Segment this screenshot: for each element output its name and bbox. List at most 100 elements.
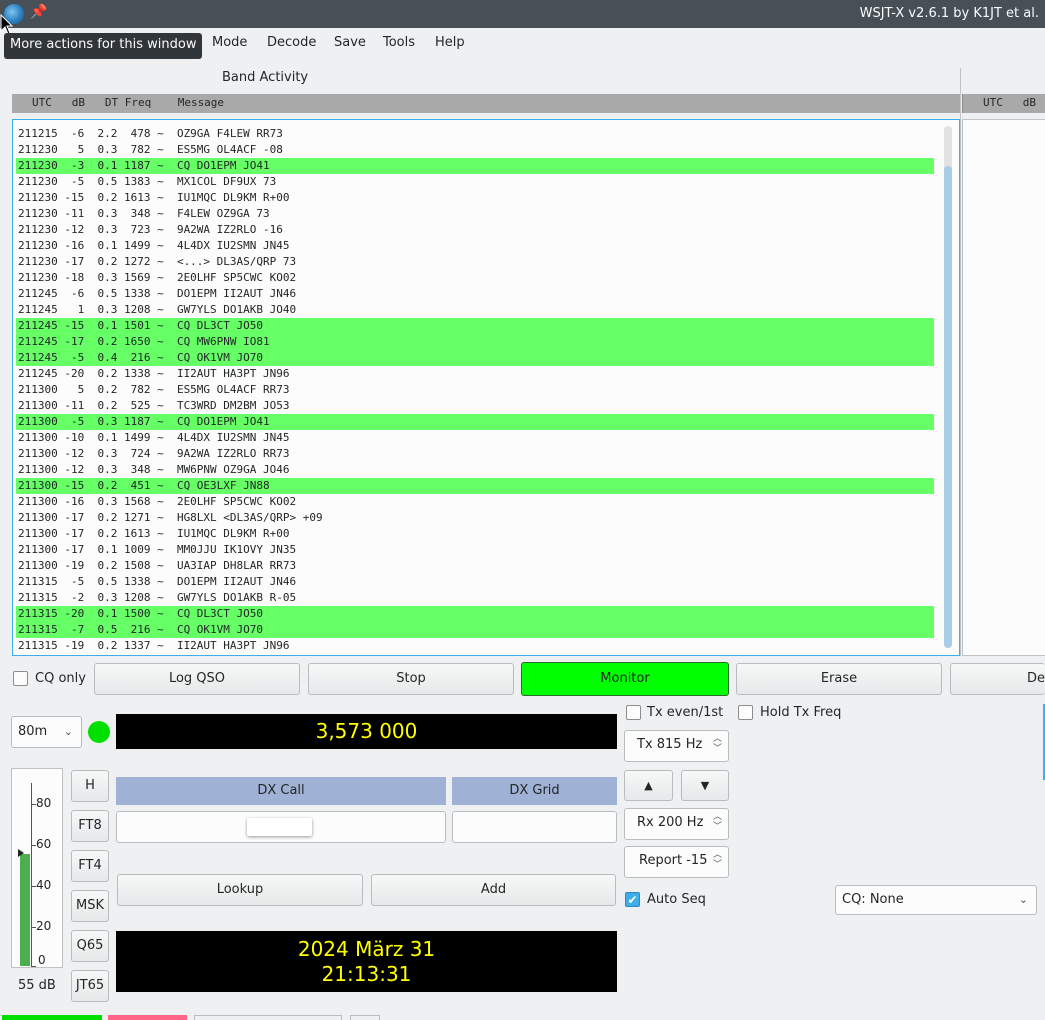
band-activity-list[interactable]: 211215 -6 2.2 478 ~ OZ9GA F4LEW RR73 2112…	[12, 119, 960, 656]
decode-row[interactable]: 211300 -10 0.1 1499 ~ 4L4DX IU2SMN JN45	[16, 430, 934, 446]
decode-row[interactable]: 211245 1 0.3 1208 ~ GW7YLS DO1AKB JO40	[16, 302, 934, 318]
spin-arrows-icon[interactable]: ︿ ﹀	[713, 850, 722, 870]
vertical-scrollbar[interactable]	[944, 126, 952, 648]
menu-mode[interactable]: Mode	[212, 35, 247, 50]
cq-decode-row[interactable]: 211315 -7 0.5 216 ~ CQ OK1VM JO70	[16, 622, 934, 638]
auto-seq-label: Auto Seq	[647, 892, 706, 907]
decode-row[interactable]: 211300 -17 0.2 1271 ~ HG8LXL <DL3AS/QRP>…	[16, 510, 934, 526]
decode-row[interactable]: 211230 -5 0.5 1383 ~ MX1COL DF9UX 73	[16, 174, 934, 190]
decode-row[interactable]: 211300 -11 0.2 525 ~ TC3WRD DM2BM JO53	[16, 398, 934, 414]
cq-decode-row[interactable]: 211245 -5 0.4 216 ~ CQ OK1VM JO70	[16, 350, 934, 366]
tx-to-rx-up-button[interactable]: ▲	[624, 770, 673, 801]
decode-row[interactable]: 211245 -20 0.2 1338 ~ II2AUT HA3PT JN96	[16, 366, 934, 382]
signal-meter: 80 60 40 20 0	[11, 768, 63, 968]
dx-call-label: DX Call	[116, 777, 446, 805]
decode-row[interactable]: 211315 -5 0.5 1338 ~ DO1EPM II2AUT JN46	[16, 574, 934, 590]
cq-decode-row[interactable]: 211230 -3 0.1 1187 ~ CQ DO1EPM JO41	[16, 158, 934, 174]
cq-selector[interactable]: CQ: None ⌄	[835, 885, 1037, 915]
decode-row[interactable]: 211230 -11 0.3 348 ~ F4LEW OZ9GA 73	[16, 206, 934, 222]
cq-only-checkbox[interactable]	[13, 671, 28, 686]
signal-level-bar	[20, 854, 30, 966]
stop-button[interactable]: Stop	[308, 663, 514, 695]
decode-row[interactable]: 211230 -16 0.1 1499 ~ 4L4DX IU2SMN JN45	[16, 238, 934, 254]
chevron-down-icon: ⌄	[1018, 893, 1028, 906]
menu-save[interactable]: Save	[334, 35, 366, 50]
decode-row[interactable]: 211315 -2 0.3 1208 ~ GW7YLS DO1AKB R-05	[16, 590, 934, 606]
cq-decode-row[interactable]: 211300 -5 0.3 1187 ~ CQ DO1EPM JO41	[16, 414, 934, 430]
window-actions-tooltip: More actions for this window	[4, 33, 203, 59]
decode-row[interactable]: 211300 -17 0.2 1613 ~ IU1MQC DL9KM R+00	[16, 526, 934, 542]
decode-row[interactable]: 211300 5 0.2 782 ~ ES5MG OL4ACF RR73	[16, 382, 934, 398]
band-activity-label: Band Activity	[222, 70, 309, 85]
pin-icon[interactable]: 📌	[30, 4, 47, 20]
decode-row[interactable]: 211230 5 0.3 782 ~ ES5MG OL4ACF -08	[16, 142, 934, 158]
meter-tick: 0	[38, 953, 46, 967]
decode-row[interactable]: 211230 -17 0.2 1272 ~ <...> DL3AS/QRP 73	[16, 254, 934, 270]
decode-button[interactable]: De	[950, 663, 1045, 695]
band-activity-header: UTC dB DT Freq Message	[12, 94, 960, 113]
scrollbar-thumb[interactable]	[944, 166, 952, 648]
decode-row[interactable]: 211300 -12 0.3 348 ~ MW6PNW OZ9GA JO46	[16, 462, 934, 478]
decode-row[interactable]: 211315 -19 0.2 1337 ~ II2AUT HA3PT JN96	[16, 638, 934, 654]
clock-display: 2024 März 31 21:13:31	[116, 931, 617, 992]
rx-to-tx-down-button[interactable]: ▼	[681, 770, 729, 801]
dx-grid-input[interactable]	[452, 811, 617, 843]
chevron-down-icon: ⌄	[63, 725, 73, 738]
decode-row[interactable]: 211300 -16 0.3 1568 ~ 2E0LHF SP5CWC KO02	[16, 494, 934, 510]
meter-tick: 80	[36, 796, 52, 810]
tx-freq-value: Tx 815 Hz	[637, 737, 703, 752]
decode-row[interactable]: 211300 -19 0.2 1508 ~ UA3IAP DH8LAR RR73	[16, 558, 934, 574]
time-display: 21:13:31	[321, 962, 412, 986]
log-qso-button[interactable]: Log QSO	[94, 663, 300, 695]
rx-frequency-header: UTC dB	[962, 94, 1045, 113]
tx-even-checkbox[interactable]	[626, 705, 641, 720]
cq-only-label: CQ only	[35, 671, 86, 686]
add-button[interactable]: Add	[371, 874, 616, 906]
hold-tx-freq-checkbox[interactable]	[738, 705, 753, 720]
hold-tx-freq-label: Hold Tx Freq	[760, 705, 842, 720]
window-title: WSJT-X v2.6.1 by K1JT et al.	[859, 6, 1039, 21]
band-selector[interactable]: 80m ⌄	[11, 716, 82, 748]
tx-freq-spinbox[interactable]: Tx 815 Hz ︿ ﹀	[624, 730, 729, 762]
monitor-button[interactable]: Monitor	[521, 662, 729, 696]
decode-row[interactable]: 211300 -12 0.3 724 ~ 9A2WA IZ2RLO RR73	[16, 446, 934, 462]
spin-arrows-icon[interactable]: ︿ ﹀	[713, 734, 722, 754]
dx-grid-label: DX Grid	[452, 777, 617, 805]
decode-row[interactable]: 211215 -6 2.2 478 ~ OZ9GA F4LEW RR73	[16, 126, 934, 142]
pane-splitter[interactable]	[960, 68, 961, 656]
erase-button[interactable]: Erase	[736, 663, 942, 695]
cq-decode-row[interactable]: 211315 -20 0.1 1500 ~ CQ DL3CT JO50	[16, 606, 934, 622]
menu-tools[interactable]: Tools	[383, 35, 415, 50]
auto-seq-checkbox[interactable]: ✔	[625, 892, 640, 907]
spin-arrows-icon[interactable]: ︿ ﹀	[713, 812, 722, 832]
meter-tick: 20	[36, 919, 52, 933]
cq-decode-row[interactable]: 211245 -15 0.1 1501 ~ CQ DL3CT JO50	[16, 318, 934, 334]
dx-call-overlay	[247, 818, 312, 836]
mode-jt65-button[interactable]: JT65	[71, 970, 109, 1002]
decode-row[interactable]: 211300 -17 0.1 1009 ~ MM0JJU IK1OVY JN35	[16, 542, 934, 558]
mode-q65-button[interactable]: Q65	[71, 930, 109, 962]
decode-row[interactable]: 211230 -18 0.3 1569 ~ 2E0LHF SP5CWC KO02	[16, 270, 934, 286]
rx-frequency-list[interactable]	[962, 119, 1045, 656]
decode-row[interactable]: 211230 -15 0.2 1613 ~ IU1MQC DL9KM R+00	[16, 190, 934, 206]
decode-row[interactable]: 211230 -12 0.3 723 ~ 9A2WA IZ2RLO -16	[16, 222, 934, 238]
mode-ft8-button[interactable]: FT8	[71, 810, 109, 842]
tx-even-label: Tx even/1st	[647, 705, 724, 720]
menu-decode[interactable]: Decode	[267, 35, 316, 50]
report-value: Report -15	[639, 853, 708, 868]
mode-h-button[interactable]: H	[71, 770, 109, 802]
mode-ft4-button[interactable]: FT4	[71, 850, 109, 882]
cq-decode-row[interactable]: 211300 -15 0.2 451 ~ CQ OE3LXF JN88	[16, 478, 934, 494]
status-field	[194, 1015, 342, 1020]
menu-help[interactable]: Help	[435, 35, 465, 50]
lookup-button[interactable]: Lookup	[117, 874, 363, 906]
cq-decode-row[interactable]: 211245 -17 0.2 1650 ~ CQ MW6PNW IO81	[16, 334, 934, 350]
dx-call-input[interactable]	[116, 811, 446, 843]
decode-row[interactable]: 211245 -6 0.5 1338 ~ DO1EPM II2AUT JN46	[16, 286, 934, 302]
frequency-display: 3,573 000	[116, 714, 617, 749]
mode-msk-button[interactable]: MSK	[71, 890, 109, 922]
status-led-icon	[88, 721, 110, 743]
rx-freq-spinbox[interactable]: Rx 200 Hz ︿ ﹀	[624, 808, 729, 840]
cq-selector-value: CQ: None	[842, 892, 904, 907]
report-spinbox[interactable]: Report -15 ︿ ﹀	[624, 846, 729, 878]
